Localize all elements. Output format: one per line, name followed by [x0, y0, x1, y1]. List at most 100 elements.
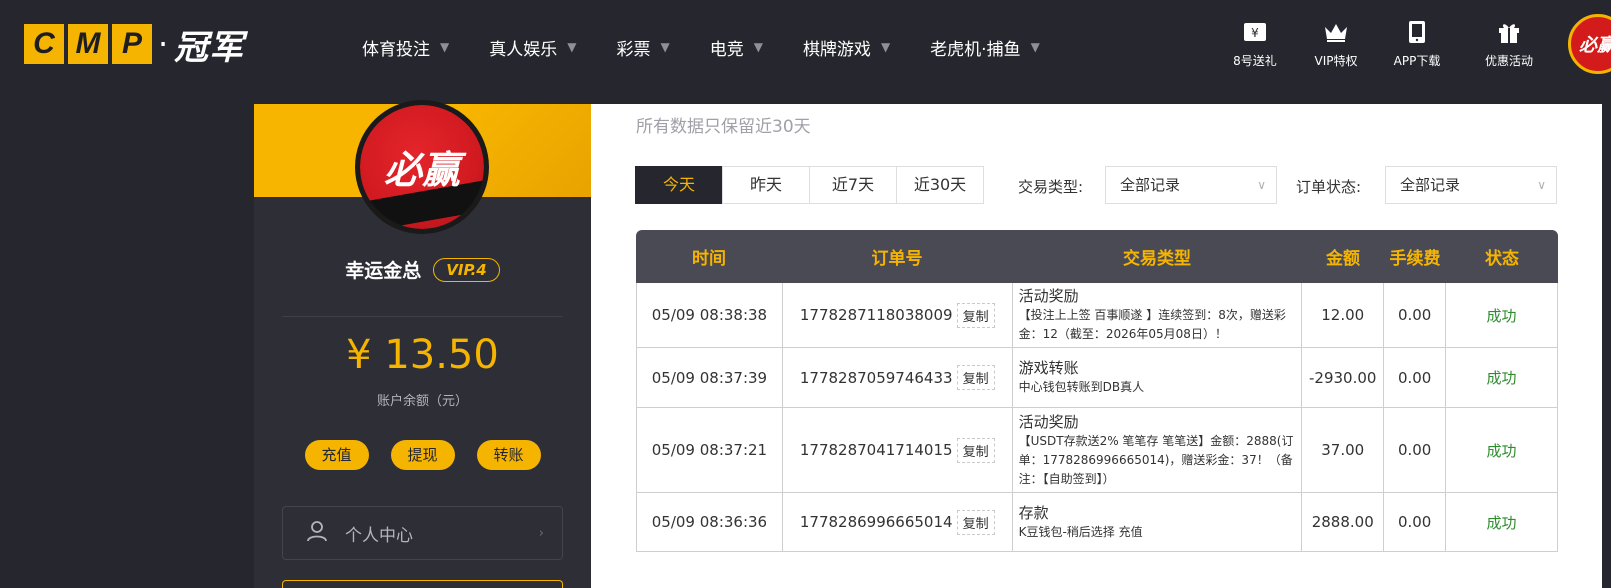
table-row: 05/09 08:37:39 1778287059746433 复制 游戏转账 中心…	[636, 348, 1558, 408]
brand-logo[interactable]: C M P · 冠军	[24, 24, 244, 68]
menu-label: 体育投注	[362, 39, 430, 60]
cell-status: 成功	[1446, 493, 1558, 551]
transfer-button[interactable]: 转账	[476, 440, 541, 470]
column-header-status: 状态	[1485, 249, 1519, 269]
user-icon	[307, 520, 327, 547]
cell-amount: 37.00	[1302, 408, 1385, 492]
quick-link-label: 8号送礼	[1233, 54, 1277, 68]
user-avatar[interactable]: 必赢	[1568, 14, 1611, 74]
table-header: 时间 订单号 交易类型 金额 手续费 状态	[636, 230, 1558, 283]
transaction-type-select[interactable]: 全部记录 ∨	[1105, 166, 1277, 204]
balance-amount: ¥ 13.50	[346, 332, 499, 378]
order-status-label: 订单状态:	[1296, 178, 1362, 196]
order-number: 1778287059746433	[799, 368, 953, 387]
quick-link-promotions[interactable]: 优惠活动	[1469, 18, 1549, 69]
transactions-table: 时间 订单号 交易类型 金额 手续费 状态 05/09 08:38:38 177…	[636, 230, 1558, 552]
cell-status: 成功	[1446, 348, 1558, 407]
column-header-amount: 金额	[1326, 249, 1360, 269]
quick-link-vip[interactable]: VIP特权	[1296, 18, 1376, 69]
cell-type: 存款 K豆钱包-稍后选择 充值	[1013, 493, 1303, 551]
personal-center-link[interactable]: 个人中心 ›	[282, 506, 563, 560]
chevron-down-icon: ∨	[1537, 178, 1546, 192]
menu-item-lottery[interactable]: 彩票 ▼	[616, 35, 669, 60]
logo-letter: C	[24, 24, 64, 64]
avatar-text: 必赢	[1579, 35, 1611, 56]
quick-link-label: VIP特权	[1314, 54, 1358, 68]
personal-center-label: 个人中心	[345, 525, 413, 546]
order-number: 1778287118038009	[799, 306, 953, 324]
quick-link-label: APP下载	[1393, 54, 1441, 68]
withdraw-button[interactable]: 提现	[390, 440, 455, 470]
menu-item-sports[interactable]: 体育投注 ▼	[362, 35, 449, 60]
cell-fee: 0.00	[1384, 283, 1447, 347]
quick-link-app[interactable]: APP下载	[1377, 18, 1457, 69]
menu-label: 彩票	[616, 39, 651, 60]
vip-badge[interactable]: VIP.4	[433, 257, 500, 282]
tab-last-30-days[interactable]: 近30天	[896, 166, 984, 204]
transaction-records-panel: 所有数据只保留近30天 今天 昨天 近7天 近30天 交易类型: 全部记录 ∨ …	[591, 104, 1602, 588]
cell-time: 05/09 08:37:21	[637, 408, 783, 492]
cell-order: 1778287041714015 复制	[783, 408, 1013, 492]
type-desc: 中心钱包转账到DB真人	[1018, 380, 1145, 394]
cell-fee: 0.00	[1384, 493, 1447, 551]
type-title: 活动奖励	[1018, 412, 1079, 431]
menu-item-card-games[interactable]: 棋牌游戏 ▼	[803, 35, 890, 60]
cell-amount: -2930.00	[1302, 348, 1385, 407]
crown-icon	[1322, 18, 1350, 46]
quick-link-8th-gift[interactable]: ¥ 8号送礼	[1215, 18, 1295, 69]
wallet-actions: 充值 提现 转账	[254, 440, 591, 470]
gift-ticket-icon: ¥	[1241, 18, 1269, 46]
cell-order: 1778287059746433 复制	[783, 348, 1013, 407]
menu-label: 棋牌游戏	[802, 39, 871, 60]
order-number: 1778286996665014	[799, 513, 953, 531]
cell-amount: 12.00	[1302, 283, 1385, 347]
chevron-down-icon: ▼	[567, 40, 577, 54]
table-row: 05/09 08:37:21 1778287041714015 复制 活动奖励【U…	[636, 408, 1558, 493]
profile-name-row: 幸运金总 VIP.4	[254, 256, 591, 283]
logo-letter: M	[68, 24, 108, 64]
menu-label: 老虎机·捕鱼	[930, 39, 1021, 60]
menu-label: 真人娱乐	[489, 39, 558, 60]
table-row: 05/09 08:38:38 1778287118038009 复制 活动奖励 【投…	[636, 283, 1558, 348]
avatar-text: 必赢	[383, 148, 460, 192]
cell-time: 05/09 08:36:36	[637, 493, 783, 551]
cell-type: 活动奖励 【投注上上签 百事顺遂 】连续签到：8次，赠送彩金：12（截至：2026…	[1013, 283, 1303, 347]
cell-fee: 0.00	[1384, 348, 1447, 407]
column-header-fee: 手续费	[1389, 249, 1441, 269]
menu-label: 电竞	[709, 39, 744, 60]
copy-button[interactable]: 复制	[956, 509, 995, 535]
menu-item-live[interactable]: 真人娱乐 ▼	[489, 35, 576, 60]
chevron-down-icon: ▼	[440, 40, 450, 54]
chevron-down-icon: ∨	[1257, 178, 1266, 192]
divider	[282, 316, 563, 317]
chevron-down-icon: ▼	[1030, 40, 1040, 54]
tab-last-7-days[interactable]: 近7天	[809, 166, 897, 204]
menu-item-esports[interactable]: 电竞 ▼	[710, 35, 763, 60]
menu-item-slots-fishing[interactable]: 老虎机·捕鱼 ▼	[930, 35, 1040, 60]
column-header-time: 时间	[692, 249, 726, 269]
copy-button[interactable]: 复制	[956, 365, 995, 390]
order-status-select[interactable]: 全部记录 ∨	[1385, 166, 1557, 204]
copy-button[interactable]: 复制	[956, 437, 995, 463]
cell-amount: 2888.00	[1302, 493, 1385, 551]
transaction-type-label: 交易类型:	[1018, 178, 1084, 196]
top-nav: C M P · 冠军 体育投注 ▼ 真人娱乐 ▼ 彩票 ▼ 电竞 ▼ 棋牌游戏 ▼ 老虎机…	[0, 0, 1611, 94]
next-menu-item[interactable]	[282, 580, 563, 588]
copy-button[interactable]: 复制	[956, 302, 995, 328]
username: 幸运金总	[345, 260, 422, 282]
cell-type: 游戏转账 中心钱包转账到DB真人	[1013, 348, 1303, 407]
retention-notice: 所有数据只保留近30天	[636, 117, 811, 137]
logo-letter: P	[112, 24, 152, 64]
gift-box-icon	[1495, 18, 1523, 46]
tab-today[interactable]: 今天	[635, 166, 723, 204]
type-desc: 【USDT存款送2% 笔笔存 笔笔送】金额：2888(订单：1778286996…	[1018, 433, 1294, 486]
order-number: 1778287041714015	[799, 441, 953, 459]
chevron-right-icon: ›	[538, 525, 544, 541]
tab-yesterday[interactable]: 昨天	[722, 166, 810, 204]
deposit-button[interactable]: 充值	[304, 440, 369, 470]
svg-text:¥: ¥	[1251, 26, 1259, 40]
chevron-down-icon: ▼	[753, 40, 763, 54]
type-title: 存款	[1018, 503, 1049, 522]
profile-panel: 必赢 幸运金总 VIP.4 ¥ 13.50 账户余额（元） 充值 提现 转账 个…	[254, 100, 591, 588]
column-header-order: 订单号	[871, 249, 923, 269]
